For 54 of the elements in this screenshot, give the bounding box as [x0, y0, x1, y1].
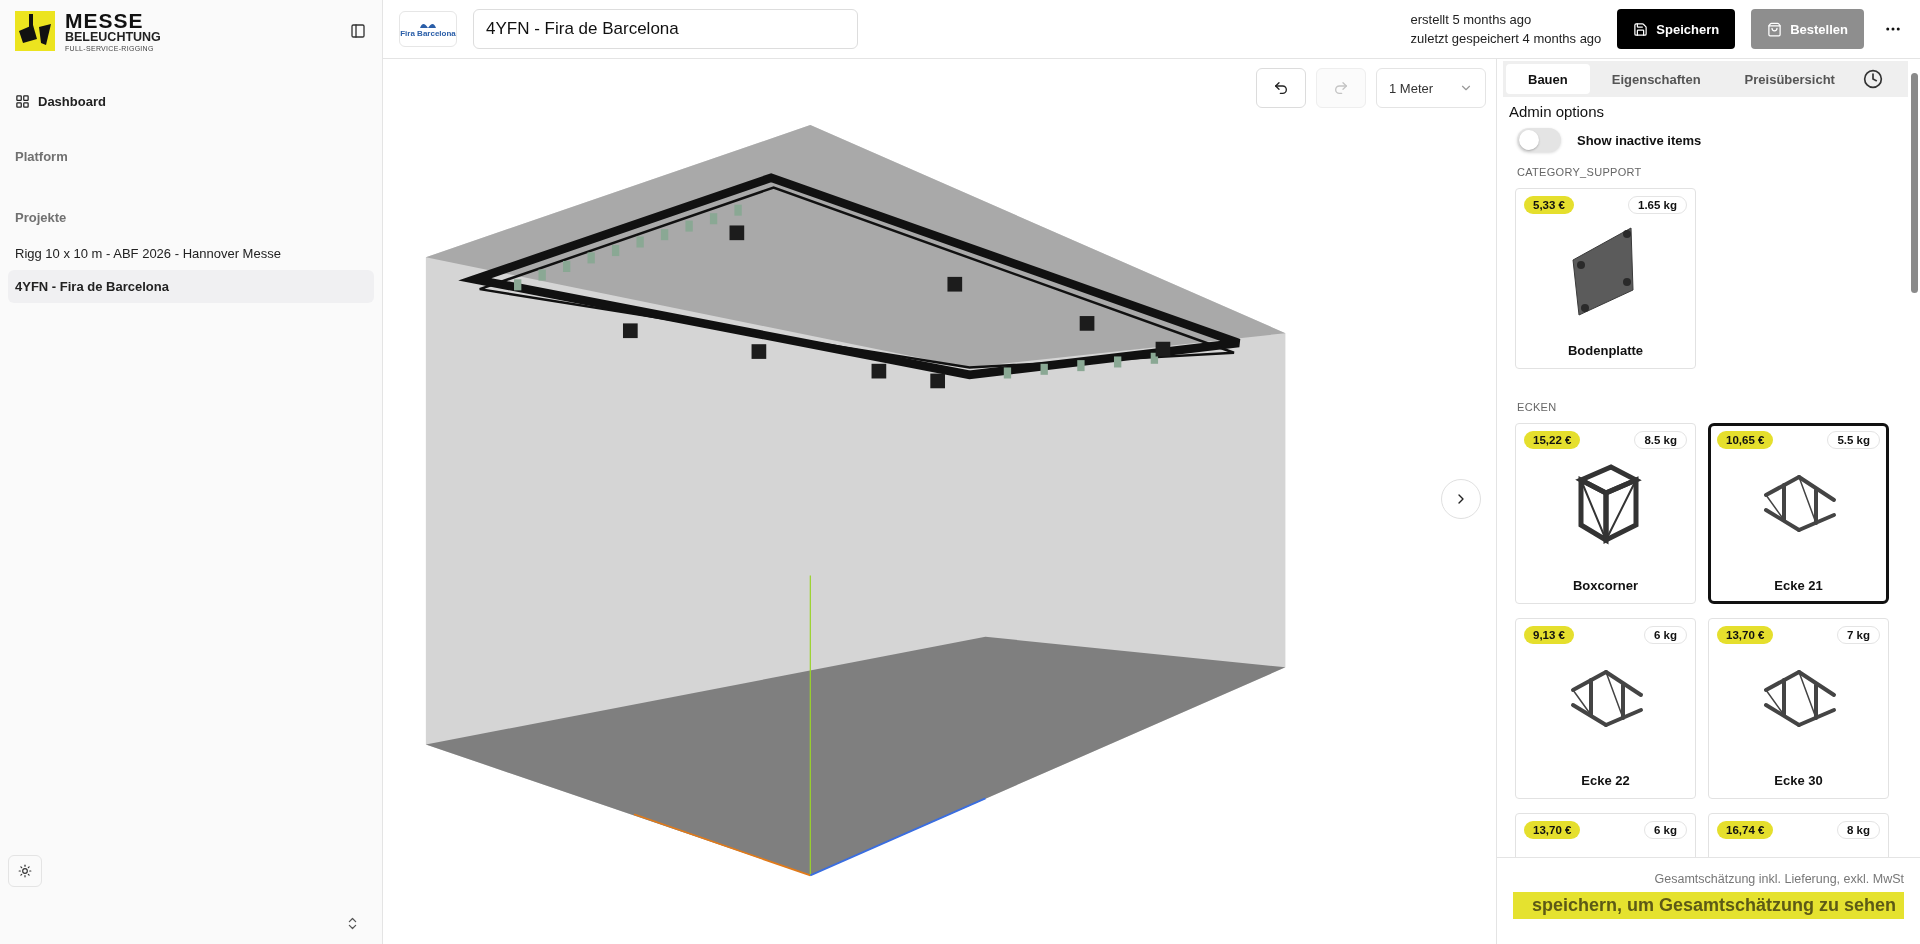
sun-icon — [18, 864, 32, 878]
theme-button[interactable] — [8, 855, 42, 887]
save-button[interactable]: Speichern — [1617, 9, 1736, 49]
price-badge: 9,13 € — [1524, 626, 1574, 644]
product-name: Ecke 30 — [1774, 773, 1823, 788]
product-name: Ecke 21 — [1774, 578, 1823, 593]
redo-icon — [1333, 80, 1349, 96]
estimate-note: Gesamtschätzung inkl. Lieferung, exkl. MwSt — [1654, 872, 1904, 886]
scrollbar-thumb[interactable] — [1910, 73, 1918, 293]
price-badge: 10,65 € — [1717, 431, 1774, 449]
toggle-label: Show inactive items — [1577, 132, 1702, 148]
grid-size-select[interactable]: 1 Meter — [1376, 68, 1486, 108]
product-name: Ecke 22 — [1581, 773, 1630, 788]
dashboard-icon — [15, 94, 30, 109]
bag-icon — [1767, 21, 1783, 37]
logo-subtitle: BELEUCHTUNG — [65, 30, 161, 44]
toggle-switch[interactable] — [1517, 128, 1561, 152]
category-title: CATEGORY_SUPPORT — [1516, 166, 1643, 178]
price-badge: 5,33 € — [1524, 196, 1574, 214]
product-card[interactable]: 9,13 € 6 kg Ecke 22 — [1515, 618, 1696, 799]
undo-button[interactable] — [1256, 68, 1306, 108]
price-badge: 16,74 € — [1717, 821, 1774, 839]
product-card[interactable]: 13,70 € 7 kg Ecke 30 — [1708, 618, 1889, 799]
panel-tab[interactable]: Preisübersicht — [1722, 64, 1857, 94]
category-title: ECKEN — [1516, 401, 1558, 413]
section-label: Projekte — [14, 210, 68, 225]
nav-item[interactable]: Dashboard — [8, 88, 374, 115]
sidebar-toggle-icon[interactable] — [348, 21, 368, 41]
estimate-banner: speichern, um Gesamtschätzung zu sehen — [1513, 892, 1904, 919]
save-icon — [1633, 21, 1649, 37]
logo-icon — [15, 11, 55, 51]
undo-icon — [1273, 80, 1289, 96]
price-badge: 15,22 € — [1524, 431, 1581, 449]
nav-label: Dashboard — [38, 94, 106, 109]
saved-info: zuletzt gespeichert 4 months ago — [1410, 30, 1602, 48]
panel-tab[interactable]: Eigenschaften — [1589, 64, 1723, 94]
price-badge: 13,70 € — [1717, 626, 1774, 644]
project-item[interactable]: 4YFN - Fira de Barcelona — [8, 270, 374, 303]
project-name-field[interactable]: 4YFN - Fira de Barcelona — [473, 9, 858, 49]
product-name: Boxcorner — [1573, 578, 1638, 593]
created-info: erstellt 5 months ago — [1410, 11, 1533, 29]
product-card[interactable]: 5,33 € 1.65 kg Bodenplatte — [1515, 188, 1696, 369]
product-name: Bodenplatte — [1567, 343, 1644, 358]
panel-tab[interactable]: Bauen — [1506, 64, 1590, 94]
section-label: Platform — [14, 149, 69, 164]
client-logo-text: Fira Barcelona — [400, 29, 456, 38]
project-item[interactable]: Rigg 10 x 10 m - ABF 2026 - Hannover Messe — [8, 237, 374, 270]
product-card[interactable]: 16,74 € 8 kg — [1708, 813, 1889, 857]
price-badge: 13,70 € — [1524, 821, 1581, 839]
product-card[interactable]: 10,65 € 5.5 kg Ecke 21 — [1708, 423, 1889, 604]
product-card[interactable]: 13,70 € 6 kg — [1515, 813, 1696, 857]
logo-title: MESSE — [65, 9, 145, 31]
product-card[interactable]: 15,22 € 8.5 kg Boxcorner — [1515, 423, 1696, 604]
admin-title: Admin options — [1508, 103, 1606, 120]
